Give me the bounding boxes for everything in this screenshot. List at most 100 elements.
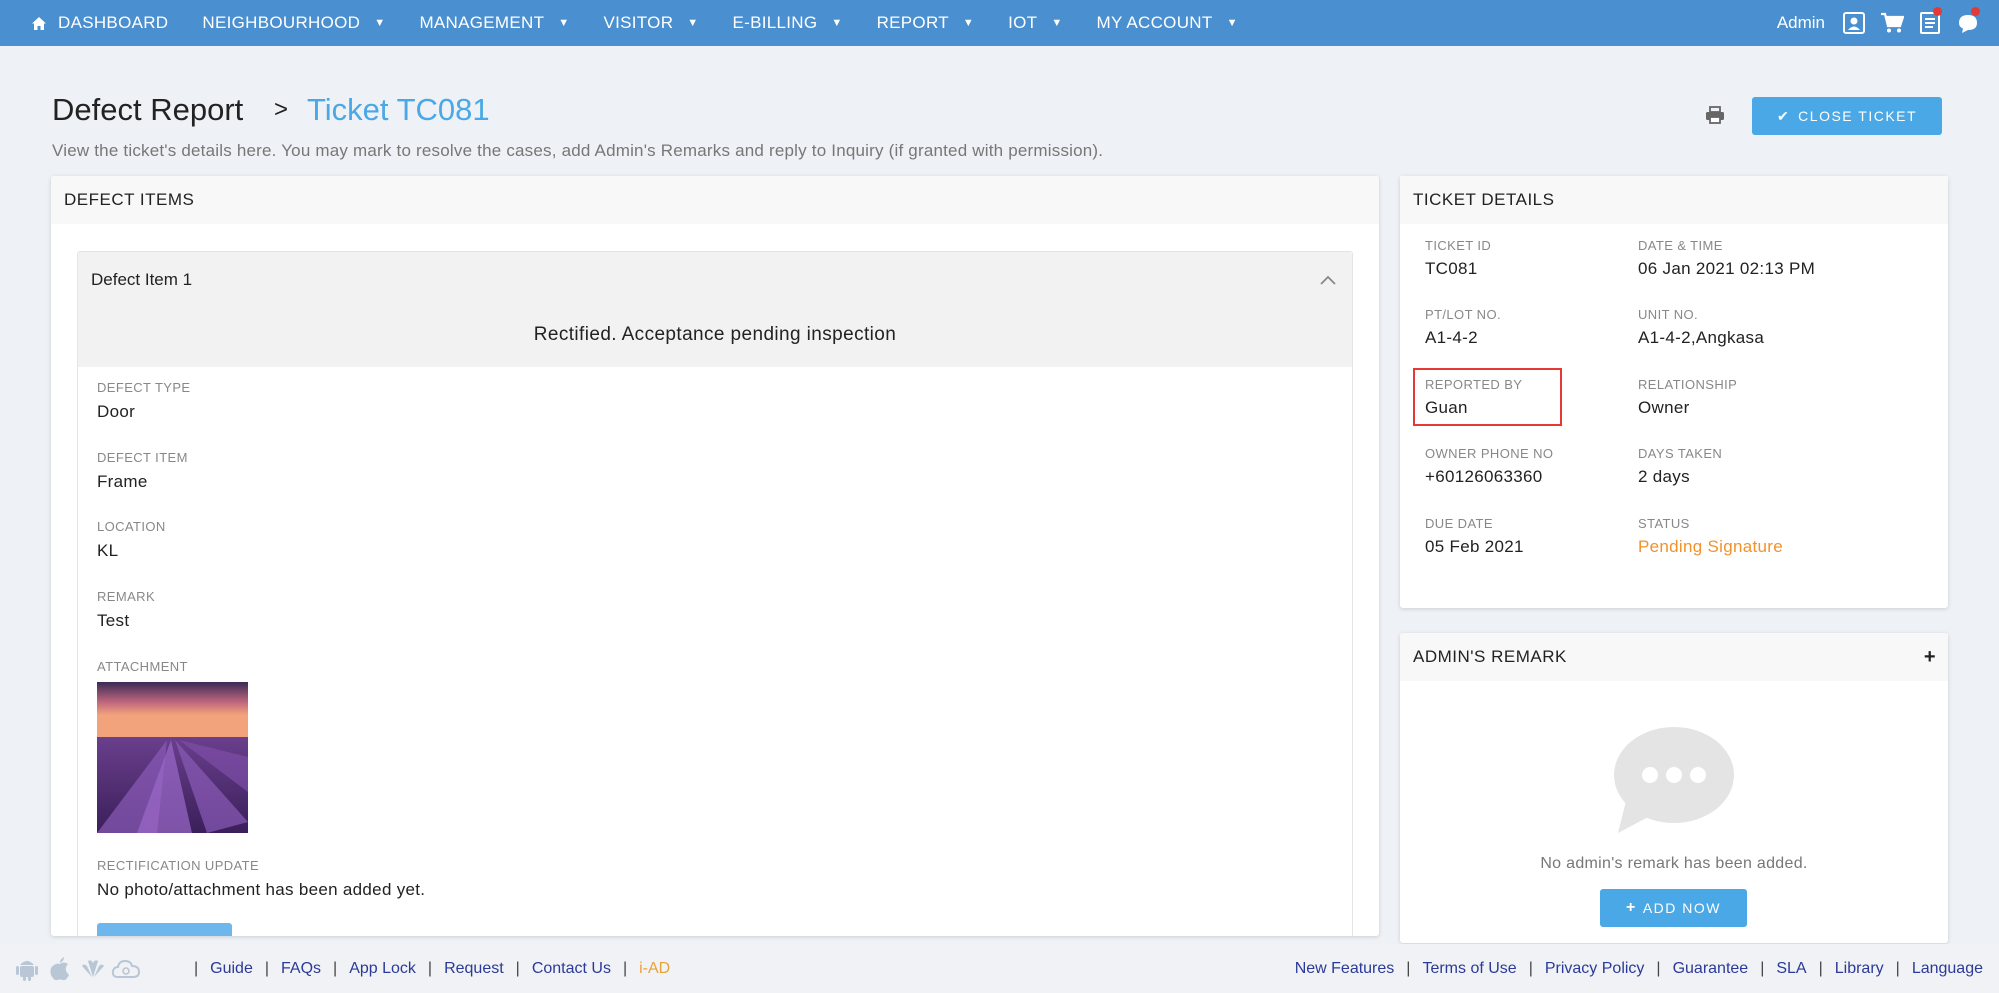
ticket-title: Ticket TC081 xyxy=(307,92,490,127)
document-list-icon[interactable] xyxy=(1911,0,1949,46)
footer-separator: | xyxy=(1406,959,1411,977)
notification-dot xyxy=(1971,7,1980,16)
nav-dashboard-label: DASHBOARD xyxy=(58,13,169,32)
field-value: 2 days xyxy=(1638,467,1690,486)
nav-report-label: REPORT xyxy=(876,13,949,32)
field-value: Door xyxy=(97,402,136,421)
nav-my-account-label: MY ACCOUNT xyxy=(1096,13,1213,32)
nav-iot-label: IOT xyxy=(1008,13,1038,32)
footer-separator: | xyxy=(1656,959,1661,977)
footer-separator: | xyxy=(1895,959,1900,977)
nav-my-account[interactable]: MY ACCOUNT ▼ xyxy=(1097,13,1238,33)
status-value: Pending Signature xyxy=(1638,537,1783,556)
close-ticket-button[interactable]: ✔ CLOSE TICKET xyxy=(1752,97,1942,135)
field-value: A1-4-2 xyxy=(1425,328,1478,347)
admin-remark-card: ADMIN'S REMARK + No admin's remark has b… xyxy=(1400,633,1948,943)
plus-icon[interactable]: + xyxy=(1924,646,1936,669)
home-icon[interactable] xyxy=(20,16,58,31)
field-label: STATUS xyxy=(1638,516,1690,531)
huawei-icon[interactable] xyxy=(78,955,108,983)
print-icon[interactable] xyxy=(1700,102,1730,128)
footer-link-contact-us[interactable]: Contact Us xyxy=(532,960,611,978)
attachment-thumbnail[interactable] xyxy=(97,682,248,833)
caret-down-icon: ▼ xyxy=(374,17,386,29)
field-label: DAYS TAKEN xyxy=(1638,446,1723,461)
footer-link-i-ad[interactable]: i-AD xyxy=(639,960,670,978)
profile-icon[interactable] xyxy=(1835,0,1873,46)
nav-dashboard[interactable]: DASHBOARD xyxy=(58,13,168,33)
admin-username[interactable]: Admin xyxy=(1777,13,1825,33)
chevron-up-icon[interactable] xyxy=(1318,270,1338,290)
footer-link-library[interactable]: Library xyxy=(1835,960,1884,978)
field-label: PT/LOT NO. xyxy=(1425,307,1501,322)
field-label: ATTACHMENT xyxy=(97,659,188,674)
defect-type-field: DEFECT TYPE Door xyxy=(97,380,191,422)
field-label: DEFECT TYPE xyxy=(97,380,191,395)
field-label: UNIT NO. xyxy=(1638,307,1699,322)
footer-separator: | xyxy=(427,959,433,977)
footer-separator: | xyxy=(1818,959,1823,977)
footer-link-app-lock[interactable]: App Lock xyxy=(349,960,416,978)
footer-link-sla[interactable]: SLA xyxy=(1776,960,1806,978)
pt-lot-field: PT/LOT NO. A1-4-2 xyxy=(1425,307,1501,348)
cloud-icon[interactable] xyxy=(111,955,141,983)
footer-link-request[interactable]: Request xyxy=(444,960,504,978)
attachment-field: ATTACHMENT xyxy=(97,659,188,674)
field-value: A1-4-2,Angkasa xyxy=(1638,328,1765,347)
page-description: View the ticket's details here. You may … xyxy=(52,141,1104,160)
nav-e-billing[interactable]: E-BILLING ▼ xyxy=(732,13,842,33)
days-taken-field: DAYS TAKEN 2 days xyxy=(1638,446,1722,487)
rectification-update-field: RECTIFICATION UPDATE No photo/attachment… xyxy=(97,858,425,900)
nav-management[interactable]: MANAGEMENT ▼ xyxy=(419,13,569,33)
chat-icon[interactable] xyxy=(1949,0,1987,46)
field-value: Frame xyxy=(97,472,148,491)
upload-button[interactable] xyxy=(97,923,232,936)
field-value: 06 Jan 2021 02:13 PM xyxy=(1638,259,1816,278)
add-now-button[interactable]: + ADD NOW xyxy=(1600,889,1747,927)
caret-down-icon: ▼ xyxy=(558,17,570,29)
footer-link-guide[interactable]: Guide xyxy=(210,960,253,978)
nav-report[interactable]: REPORT ▼ xyxy=(877,13,975,33)
admin-remark-header: ADMIN'S REMARK + xyxy=(1400,633,1948,681)
footer-link-faqs[interactable]: FAQs xyxy=(281,960,321,978)
os-icons xyxy=(12,955,144,983)
caret-down-icon: ▼ xyxy=(962,17,975,29)
page-title: Defect Report xyxy=(52,92,244,127)
date-time-field: DATE & TIME 06 Jan 2021 02:13 PM xyxy=(1638,238,1815,279)
android-icon[interactable] xyxy=(12,955,42,983)
relationship-field: RELATIONSHIP Owner xyxy=(1638,377,1737,418)
close-ticket-label: CLOSE TICKET xyxy=(1798,108,1918,124)
status-field: STATUS Pending Signature xyxy=(1638,516,1783,557)
cart-icon[interactable] xyxy=(1873,0,1911,46)
footer-separator: | xyxy=(1760,959,1765,977)
chat-bubble-icon xyxy=(1614,727,1734,833)
footer-link-terms-of-use[interactable]: Terms of Use xyxy=(1422,960,1516,978)
footer-left-links: | Guide | FAQs | App Lock | Request | Co… xyxy=(194,960,682,978)
field-label: DATE & TIME xyxy=(1638,238,1723,253)
footer-link-privacy-policy[interactable]: Privacy Policy xyxy=(1545,960,1645,978)
check-icon: ✔ xyxy=(1776,107,1791,124)
remark-field: REMARK Test xyxy=(97,589,155,631)
field-label: TICKET ID xyxy=(1425,238,1492,253)
nav-neighbourhood[interactable]: NEIGHBOURHOOD ▼ xyxy=(202,13,385,33)
defect-item-header[interactable]: Defect Item 1 Rectified. Acceptance pend… xyxy=(78,252,1352,367)
plus-icon: + xyxy=(1625,899,1637,916)
footer-link-new-features[interactable]: New Features xyxy=(1295,960,1395,978)
nav-e-billing-label: E-BILLING xyxy=(732,13,818,32)
apple-icon[interactable] xyxy=(45,955,75,983)
unit-no-field: UNIT NO. A1-4-2,Angkasa xyxy=(1638,307,1764,348)
footer: | Guide | FAQs | App Lock | Request | Co… xyxy=(0,944,1999,993)
location-field: LOCATION KL xyxy=(97,519,166,561)
add-now-label: ADD NOW xyxy=(1642,900,1721,916)
nav-iot[interactable]: IOT ▼ xyxy=(1008,13,1062,33)
nav-visitor[interactable]: VISITOR ▼ xyxy=(603,13,698,33)
footer-separator: | xyxy=(194,959,199,977)
footer-link-language[interactable]: Language xyxy=(1912,960,1983,978)
nav-neighbourhood-label: NEIGHBOURHOOD xyxy=(202,13,361,32)
nav-right-group: Admin xyxy=(1777,0,1987,46)
footer-right-links: New Features | Terms of Use | Privacy Po… xyxy=(1283,960,1999,978)
footer-link-guarantee[interactable]: Guarantee xyxy=(1673,960,1749,978)
field-value: 05 Feb 2021 xyxy=(1425,537,1524,556)
field-label: OWNER PHONE NO xyxy=(1425,446,1554,461)
caret-down-icon: ▼ xyxy=(1051,17,1063,29)
